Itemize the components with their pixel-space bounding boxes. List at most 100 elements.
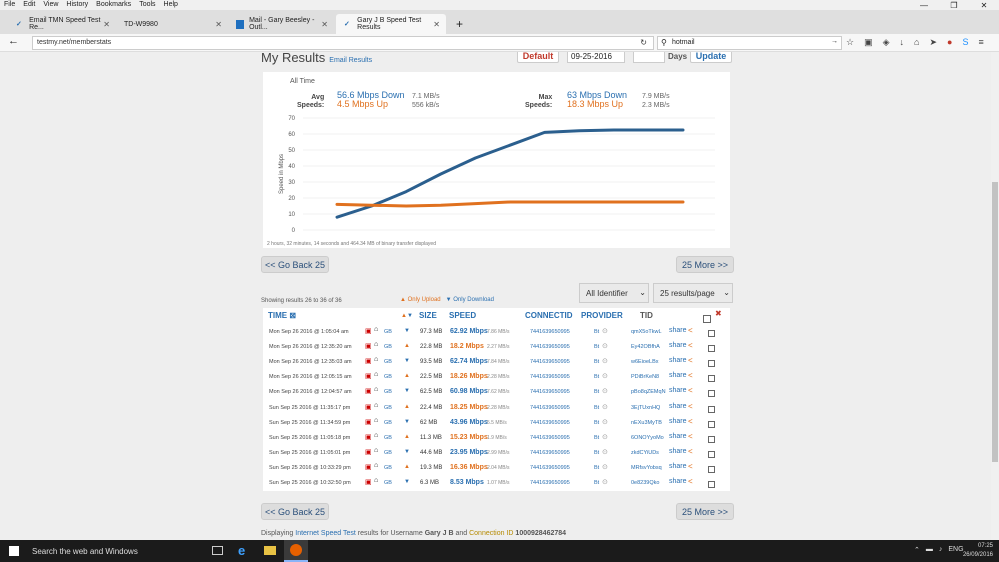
row-checkbox[interactable] — [708, 405, 715, 413]
scrollbar-thumb[interactable] — [992, 182, 998, 462]
firefox-icon[interactable] — [284, 540, 308, 562]
info-icon[interactable]: ⊙ — [602, 433, 608, 441]
task-view-icon[interactable] — [212, 546, 223, 555]
tab-close-icon[interactable]: ✕ — [103, 20, 110, 29]
row-tid[interactable]: 6ONOYyoMo — [631, 435, 664, 441]
row-provider[interactable]: Bt — [594, 480, 599, 486]
share-icon[interactable]: < — [688, 417, 693, 426]
row-tid[interactable]: 0e8239Qko — [631, 480, 659, 486]
search-input[interactable]: ⚲ hotmail → — [657, 36, 842, 50]
share-icon[interactable]: < — [688, 326, 693, 335]
row-tid[interactable]: MRfsvYobsq — [631, 465, 662, 471]
row-checkbox[interactable] — [708, 345, 715, 353]
select-all-checkbox[interactable] — [703, 315, 711, 323]
row-connectid[interactable]: 7441639650995 — [530, 435, 570, 441]
identifier-select[interactable]: All Identifier ⌄ — [579, 283, 649, 303]
windows-start-icon[interactable] — [9, 546, 19, 556]
row-connectid[interactable]: 7441639650995 — [530, 450, 570, 456]
update-button[interactable]: Update — [690, 52, 732, 63]
share-link[interactable]: share — [669, 403, 687, 410]
row-provider[interactable]: Bt — [594, 374, 599, 380]
row-connectid[interactable]: 7441639650995 — [530, 405, 570, 411]
row-tid[interactable]: qmX5oTkwL — [631, 329, 662, 335]
email-results-link[interactable]: Email Results — [329, 57, 372, 64]
row-checkbox[interactable] — [708, 481, 715, 488]
bookmark-star-icon[interactable]: ☆ — [846, 37, 854, 48]
row-connectid[interactable]: 7441639650995 — [530, 344, 570, 350]
file-explorer-icon[interactable] — [264, 546, 276, 555]
info-icon[interactable]: ⊙ — [602, 463, 608, 471]
row-provider[interactable]: Bt — [594, 359, 599, 365]
download-icon[interactable]: ↓ — [900, 37, 905, 48]
col-provider[interactable]: PROVIDER — [581, 311, 623, 320]
row-checkbox[interactable] — [708, 330, 715, 337]
tab-email-tmn[interactable]: ✓ Email TMN Speed Test Re... ✕ — [8, 14, 116, 34]
go-back-button-bottom[interactable]: << Go Back 25 — [261, 503, 329, 520]
direction-sort[interactable]: ▲▼ — [401, 313, 413, 319]
info-icon[interactable]: ⊙ — [602, 403, 608, 411]
search-go-icon[interactable]: → — [831, 38, 838, 45]
chevron-up-icon[interactable]: ⌃ — [914, 546, 920, 554]
share-link[interactable]: share — [669, 433, 687, 440]
row-provider[interactable]: Bt — [594, 465, 599, 471]
row-tid[interactable]: nEXu3MyTB — [631, 420, 662, 426]
share-link[interactable]: share — [669, 372, 687, 379]
days-input[interactable] — [633, 52, 665, 63]
pocket-icon[interactable]: ◈ — [883, 37, 890, 48]
info-icon[interactable]: ⊙ — [602, 448, 608, 456]
reload-icon[interactable]: ↻ — [640, 38, 647, 47]
sort-icon[interactable]: ⊠ — [289, 311, 296, 320]
network-icon[interactable]: ▬ — [926, 546, 933, 554]
share-icon[interactable]: < — [688, 462, 693, 471]
tab-close-icon[interactable]: ✕ — [215, 20, 222, 29]
row-tid[interactable]: Ey42OBfhA — [631, 344, 660, 350]
tab-td-w9980[interactable]: TD-W9980 ✕ — [116, 14, 228, 34]
row-provider[interactable]: Bt — [594, 450, 599, 456]
new-tab-button[interactable]: + — [448, 14, 471, 34]
row-provider[interactable]: Bt — [594, 420, 599, 426]
upload-filter-link[interactable]: ▲ Only Upload — [400, 297, 441, 303]
row-connectid[interactable]: 7441639650995 — [530, 329, 570, 335]
share-icon[interactable]: < — [688, 447, 693, 456]
row-checkbox[interactable] — [708, 465, 715, 473]
share-link[interactable]: share — [669, 418, 687, 425]
col-time[interactable]: TIME ⊠ — [268, 311, 296, 320]
tab-close-icon[interactable]: ✕ — [321, 20, 328, 29]
share-icon[interactable]: < — [688, 356, 693, 365]
info-icon[interactable]: ⊙ — [602, 327, 608, 335]
share-link[interactable]: share — [669, 463, 687, 470]
taskbar-search[interactable]: Search the web and Windows — [22, 540, 202, 562]
share-link[interactable]: share — [669, 478, 687, 485]
row-tid[interactable]: 3EjTUxnHQ — [631, 405, 660, 411]
info-icon[interactable]: ⊙ — [602, 387, 608, 395]
share-icon[interactable]: < — [688, 432, 693, 441]
per-page-select[interactable]: 25 results/page ⌄ — [653, 283, 733, 303]
row-checkbox[interactable] — [708, 420, 715, 428]
menu-history[interactable]: History — [62, 0, 92, 10]
menu-edit[interactable]: Edit — [19, 0, 39, 10]
speed-test-link[interactable]: Internet Speed Test — [295, 530, 356, 537]
share-link[interactable]: share — [669, 448, 687, 455]
row-checkbox[interactable] — [708, 360, 715, 368]
scrollbar[interactable] — [991, 52, 999, 540]
row-provider[interactable]: Bt — [594, 389, 599, 395]
default-button[interactable]: Default — [517, 52, 559, 63]
share-icon[interactable]: < — [688, 371, 693, 380]
row-connectid[interactable]: 7441639650995 — [530, 374, 570, 380]
share-icon[interactable]: < — [688, 386, 693, 395]
menu-tools[interactable]: Tools — [135, 0, 159, 10]
date-input[interactable]: 09-25-2016 — [567, 52, 625, 63]
go-back-button[interactable]: << Go Back 25 — [261, 256, 329, 273]
skype-icon[interactable]: S — [962, 37, 968, 48]
row-connectid[interactable]: 7441639650995 — [530, 359, 570, 365]
reading-list-icon[interactable]: ▣ — [864, 37, 873, 48]
clock[interactable]: 07:25 26/09/2016 — [963, 542, 993, 560]
row-provider[interactable]: Bt — [594, 344, 599, 350]
menu-file[interactable]: File — [0, 0, 19, 10]
tab-close-icon[interactable]: ✕ — [433, 20, 440, 29]
home-icon[interactable]: ⌂ — [914, 37, 919, 48]
share-icon[interactable]: < — [688, 341, 693, 350]
tab-outlook-mail[interactable]: Mail - Gary Beesley - Outl... ✕ — [228, 14, 334, 34]
row-connectid[interactable]: 7441639650995 — [530, 465, 570, 471]
send-icon[interactable]: ➤ — [929, 37, 937, 48]
